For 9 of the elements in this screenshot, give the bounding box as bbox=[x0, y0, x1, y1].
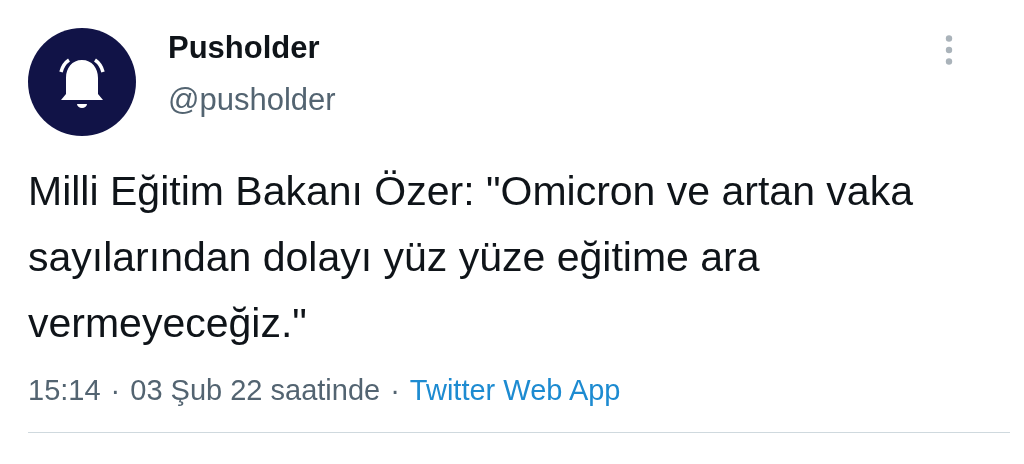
tweet-text: Milli Eğitim Bakanı Özer: "Omicron ve artan vaka sayılarından dolayı yüz yüze eğitime ara vermeyeceğiz." bbox=[28, 167, 914, 348]
tweet-time[interactable]: 15:14 bbox=[28, 370, 101, 410]
tweet-date[interactable]: 03 Şub 22 saatinde bbox=[130, 370, 381, 410]
author-name[interactable]: Pusholder bbox=[168, 24, 336, 72]
author-handle[interactable]: @pusholder bbox=[168, 76, 336, 124]
separator-dot: · bbox=[390, 373, 400, 408]
separator-dot: · bbox=[110, 373, 121, 408]
avatar-bell-icon[interactable] bbox=[28, 28, 136, 136]
source-link[interactable]: Twitter Web App bbox=[409, 370, 621, 410]
